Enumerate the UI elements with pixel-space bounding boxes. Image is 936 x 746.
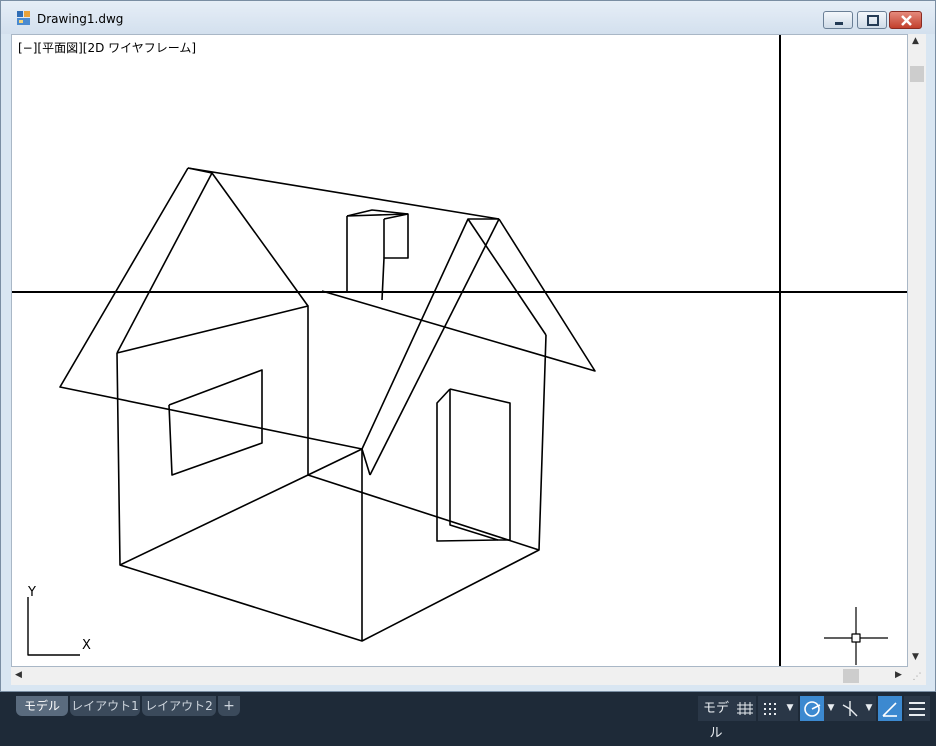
add-layout-button[interactable]: +	[218, 696, 240, 716]
model-space-viewport[interactable]: [−][平面図][2D ワイヤフレーム] Y X	[11, 34, 908, 667]
object-snap-tracking-icon[interactable]	[878, 696, 902, 721]
door-outer	[449, 388, 511, 541]
vertical-scroll-thumb[interactable]	[910, 66, 924, 82]
front-gable-inner-left	[116, 172, 213, 354]
model-space-button[interactable]: モデル	[698, 696, 734, 741]
chimney	[346, 213, 409, 301]
roof-left-slope	[59, 167, 363, 450]
door-outline	[436, 388, 499, 542]
minimize-button[interactable]	[823, 11, 853, 29]
isodraft-icon[interactable]	[838, 696, 862, 721]
resize-grip-icon[interactable]: ⋰	[908, 667, 926, 685]
horizontal-scrollbar[interactable]: ◀ ▶	[11, 667, 908, 685]
scroll-right-icon[interactable]: ▶	[895, 670, 902, 680]
ucs-x-label: X	[82, 638, 91, 653]
ridge-line	[187, 167, 500, 220]
polar-dropdown-icon[interactable]: ▼	[824, 696, 838, 721]
roof-front-edge	[187, 167, 309, 307]
autocad-file-icon	[17, 11, 30, 25]
close-button[interactable]	[889, 11, 922, 29]
scroll-left-icon[interactable]: ◀	[15, 670, 22, 680]
roof-right-slope	[321, 218, 596, 372]
house-wireframe-drawing	[12, 35, 907, 666]
ucs-y-label: Y	[28, 585, 36, 600]
horizontal-scroll-thumb[interactable]	[843, 669, 859, 683]
back-gable-left	[361, 218, 499, 450]
snap-dropdown-icon[interactable]: ▼	[782, 696, 798, 721]
maximize-button[interactable]	[857, 11, 887, 29]
viewport-controls-label[interactable]: [−][平面図][2D ワイヤフレーム]	[18, 39, 196, 56]
cursor-pickbox	[851, 633, 861, 643]
drawing-window: Drawing1.dwg [−][平面図][2D ワイヤフレーム] Y X ▲ …	[0, 0, 936, 692]
isodraft-dropdown-icon[interactable]: ▼	[862, 696, 876, 721]
wall-front	[116, 305, 363, 641]
floor-back-left	[119, 474, 309, 566]
tab-model[interactable]: モデル	[16, 696, 68, 716]
door-inner-edge	[449, 389, 499, 541]
wall-outline	[116, 334, 547, 642]
status-bar: モデル レイアウト1 レイアウト2 + モデル ▼ ▼ ▼	[0, 692, 936, 741]
menu-icon[interactable]	[904, 696, 930, 721]
grid-icon[interactable]	[734, 696, 756, 721]
tab-layout1[interactable]: レイアウト1	[70, 696, 140, 716]
polar-tracking-icon[interactable]	[800, 696, 824, 721]
side-window	[168, 369, 263, 476]
back-gable-inner	[467, 218, 547, 336]
vertical-scrollbar[interactable]: ▲ ▼	[908, 34, 926, 667]
window-title: Drawing1.dwg	[37, 12, 124, 26]
corner-post	[361, 448, 371, 476]
scroll-down-icon[interactable]: ▼	[912, 652, 919, 662]
snap-icon[interactable]	[758, 696, 782, 721]
tab-layout2[interactable]: レイアウト2	[142, 696, 216, 716]
scroll-up-icon[interactable]: ▲	[912, 36, 919, 46]
floor-back-right	[307, 474, 540, 551]
ucs-axes	[27, 597, 80, 656]
title-bar[interactable]: Drawing1.dwg	[1, 1, 935, 34]
